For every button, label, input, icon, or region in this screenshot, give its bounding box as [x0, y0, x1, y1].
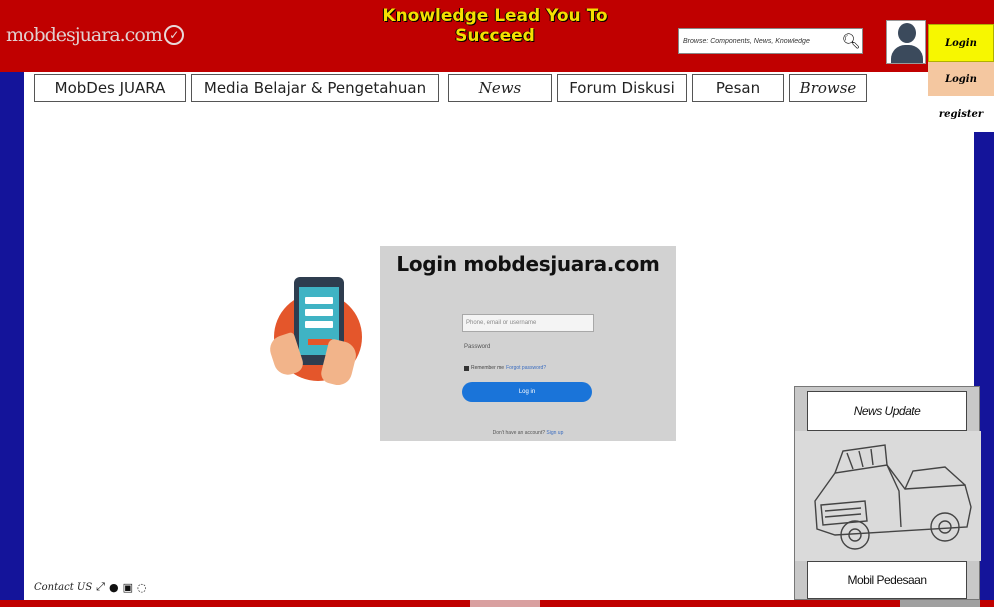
nav-item-pesan[interactable]: Pesan: [692, 74, 784, 102]
nav-item-news[interactable]: News: [448, 74, 552, 102]
pickup-truck-icon: [814, 444, 972, 550]
nav-item-mobdes-juara[interactable]: MobDes JUARA: [34, 74, 186, 102]
news-widget: News Update Mobil Pedesaan: [794, 386, 981, 600]
site-tagline: Knowledge Lead You To Succeed: [382, 6, 608, 46]
forgot-password-link[interactable]: Forgot password?: [506, 365, 546, 371]
login-panel: Login mobdesjuara.com Phone, email or us…: [380, 246, 676, 441]
tablet-login-illustration: [266, 275, 364, 388]
dropdown-register[interactable]: register: [928, 96, 994, 132]
nav-item-forum-diskusi[interactable]: Forum Diskusi: [557, 74, 687, 102]
truck-image[interactable]: [795, 431, 981, 561]
signup-link[interactable]: Sign up: [546, 430, 563, 436]
remember-label: Remember me: [471, 365, 505, 371]
bottom-tab-right[interactable]: [900, 600, 980, 607]
check-circle-icon: ✓: [163, 25, 184, 45]
whatsapp-icon[interactable]: ◌: [137, 581, 147, 594]
search-box[interactable]: Browse: Components, News, Knowledge 🔍︎: [678, 28, 863, 54]
news-update-header[interactable]: News Update: [807, 391, 967, 431]
instagram-icon[interactable]: ▣: [123, 581, 133, 594]
nav-item-media-belajar[interactable]: Media Belajar & Pengetahuan: [191, 74, 439, 102]
remember-checkbox[interactable]: [464, 365, 469, 371]
login-submit-button[interactable]: Log in: [462, 382, 592, 402]
contact-bar: Contact US ⤢ ● ▣ ◌: [34, 580, 147, 594]
search-icon[interactable]: 🔍︎: [840, 32, 862, 50]
password-label[interactable]: Password: [464, 344, 490, 350]
signup-row: Don't have an account? Sign up: [380, 430, 676, 436]
contact-label: Contact US: [34, 581, 93, 593]
login-button[interactable]: Login: [928, 24, 994, 62]
facebook-icon[interactable]: ●: [109, 581, 119, 594]
left-side-bar: [0, 72, 24, 607]
search-input[interactable]: Browse: Components, News, Knowledge: [683, 38, 840, 45]
signup-prompt: Don't have an account?: [492, 430, 546, 436]
login-title: Login mobdesjuara.com: [396, 252, 660, 276]
logo-text: mobdesjuara.com: [6, 24, 163, 46]
mobil-pedesaan-caption[interactable]: Mobil Pedesaan: [807, 561, 967, 599]
remember-me-row: Remember me Forgot password?: [464, 365, 546, 371]
bottom-tab[interactable]: [470, 600, 540, 607]
site-logo[interactable]: mobdesjuara.com ✓: [6, 24, 184, 46]
dropdown-login[interactable]: Login: [928, 62, 994, 96]
nav-item-browse[interactable]: Browse: [789, 74, 867, 102]
user-avatar-icon[interactable]: [886, 20, 926, 64]
twitter-icon[interactable]: ⤢: [96, 580, 105, 594]
username-input[interactable]: Phone, email or username: [462, 314, 594, 332]
site-header: mobdesjuara.com ✓ Knowledge Lead You To …: [0, 0, 994, 72]
bottom-bar: [0, 600, 994, 607]
